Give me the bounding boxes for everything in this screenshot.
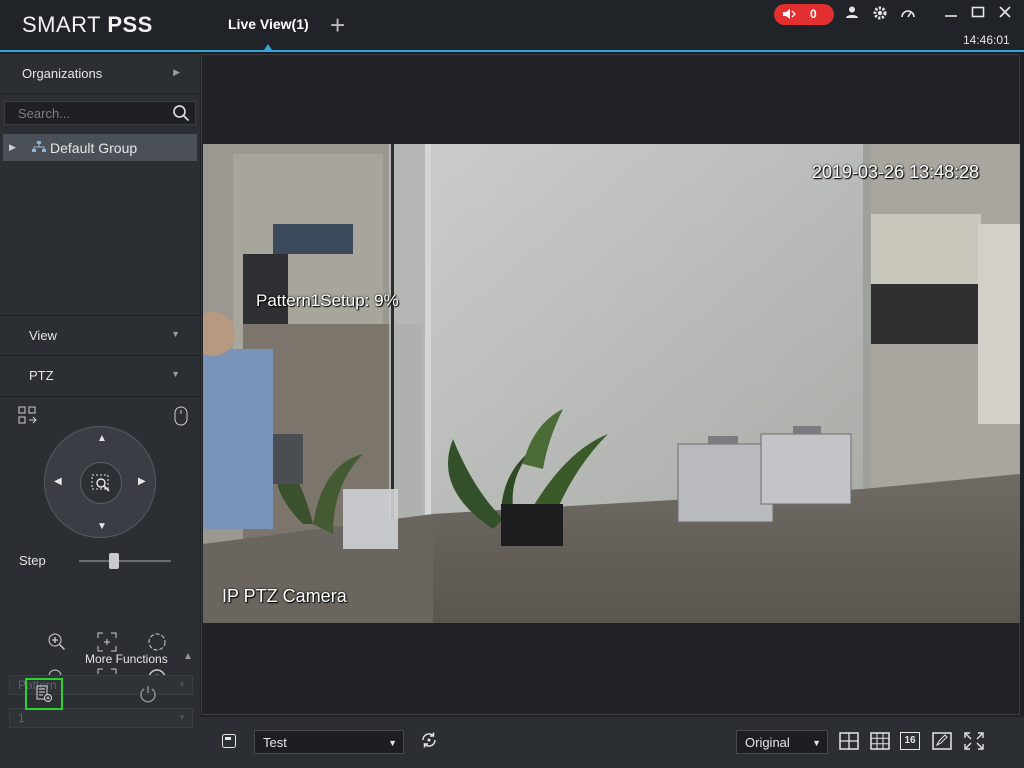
app-logo: SMART PSS (22, 12, 153, 37)
search-placeholder: Search... (18, 106, 71, 121)
stream-select[interactable]: Original ▼ (736, 730, 828, 754)
function-number-select[interactable]: 1 ▼ (9, 708, 193, 728)
user-icon[interactable] (845, 5, 859, 24)
title-bar: SMART PSS Live View(1) + 0 14:46:01 (0, 0, 1024, 52)
close-icon[interactable] (998, 5, 1012, 24)
ptz-header[interactable]: PTZ ▼ (0, 356, 200, 397)
edit-icon[interactable] (932, 732, 952, 750)
view-header[interactable]: View ▼ (0, 315, 200, 356)
ptz-direction-pad[interactable]: ▲ ▼ ◀ ▶ (44, 426, 156, 538)
arrow-up-icon[interactable]: ▲ (97, 433, 107, 444)
view-select[interactable]: Test ▼ (254, 730, 404, 754)
ptz-label: PTZ (29, 368, 54, 383)
step-label: Step (19, 553, 46, 568)
layout-9-icon[interactable] (870, 732, 890, 750)
save-view-icon[interactable] (221, 733, 237, 754)
search-icon[interactable] (172, 104, 190, 127)
layout-16-button[interactable]: 16 (900, 732, 920, 750)
view-select-value: Test (263, 735, 287, 750)
stream-select-value: Original (745, 735, 790, 750)
speaker-icon (782, 7, 796, 24)
active-tab-indicator (264, 44, 272, 50)
arrow-left-icon[interactable]: ◀ (54, 476, 62, 487)
power-icon (140, 686, 156, 703)
camera-scene (203, 144, 1020, 623)
add-tab-button[interactable]: + (330, 12, 345, 38)
view-label: View (29, 328, 57, 343)
chevron-right-icon: ▶ (173, 67, 180, 77)
video-window[interactable]: 2019-03-26 13:48:28 Pattern1Setup: 9% IP… (201, 54, 1020, 715)
minimize-icon[interactable] (944, 5, 958, 24)
layout-4-icon[interactable] (839, 732, 859, 750)
fullscreen-icon[interactable] (964, 732, 984, 750)
zoom-in-icon[interactable] (47, 632, 69, 654)
chevron-down-icon: ▼ (388, 738, 397, 748)
save-setting-button[interactable] (25, 678, 63, 710)
tree-item-label: Default Group (50, 140, 138, 156)
zoom-area-icon (91, 474, 110, 492)
camera-name-overlay: IP PTZ Camera (222, 586, 347, 606)
speedometer-icon[interactable] (900, 5, 916, 26)
save-layout-icon (36, 685, 52, 702)
refresh-icon[interactable] (420, 731, 438, 754)
iris-open-icon[interactable] (147, 632, 169, 654)
chevron-down-icon: ▼ (178, 713, 186, 722)
chevron-down-icon: ▼ (171, 329, 180, 339)
step-slider-knob[interactable] (109, 553, 119, 569)
expand-icon[interactable]: ▶ (9, 142, 16, 153)
gear-icon[interactable] (872, 5, 888, 26)
ptz-panel: ▲ ▼ ◀ ▶ Step More Functions ▲ Pattern ▼ … (0, 400, 200, 768)
alarm-button[interactable]: 0 (774, 4, 834, 25)
clock: 14:46:01 (963, 33, 1010, 47)
chevron-down-icon: ▼ (178, 680, 186, 689)
maximize-icon[interactable] (971, 5, 985, 24)
more-functions-label[interactable]: More Functions (85, 652, 168, 666)
focus-near-icon[interactable] (97, 632, 119, 654)
arrow-down-icon[interactable]: ▼ (97, 521, 107, 532)
video-timestamp: 2019-03-26 13:48:28 (812, 162, 980, 182)
main-area: 2019-03-26 13:48:28 Pattern1Setup: 9% IP… (200, 54, 1024, 768)
chevron-down-icon: ▼ (171, 369, 180, 379)
org-tree-icon (31, 140, 47, 159)
organizations-header[interactable]: Organizations ▶ (0, 54, 200, 94)
tree-item-default-group[interactable]: ▶ Default Group (3, 134, 197, 161)
chevron-down-icon: ▼ (812, 738, 821, 748)
step-slider[interactable] (79, 553, 171, 569)
grid-icon[interactable] (18, 406, 40, 428)
power-button[interactable] (138, 684, 158, 709)
function-number-value: 1 (18, 711, 25, 725)
ptz-status-overlay: Pattern1Setup: 9% (256, 291, 399, 310)
arrow-right-icon[interactable]: ▶ (138, 476, 146, 487)
alarm-count: 0 (810, 7, 817, 21)
sidebar: Organizations ▶ Search... ▶ Default Grou… (0, 54, 200, 768)
zoom-area-button[interactable] (80, 462, 122, 504)
live-video[interactable]: 2019-03-26 13:48:28 Pattern1Setup: 9% IP… (203, 144, 1020, 623)
tab-live-view[interactable]: Live View(1) (228, 16, 309, 32)
mouse-icon[interactable] (174, 406, 196, 428)
bottom-toolbar: Test ▼ Original ▼ 16 (200, 717, 1024, 768)
organizations-label: Organizations (22, 66, 103, 81)
search-input[interactable]: Search... (4, 101, 196, 125)
chevron-up-icon[interactable]: ▲ (183, 651, 193, 662)
